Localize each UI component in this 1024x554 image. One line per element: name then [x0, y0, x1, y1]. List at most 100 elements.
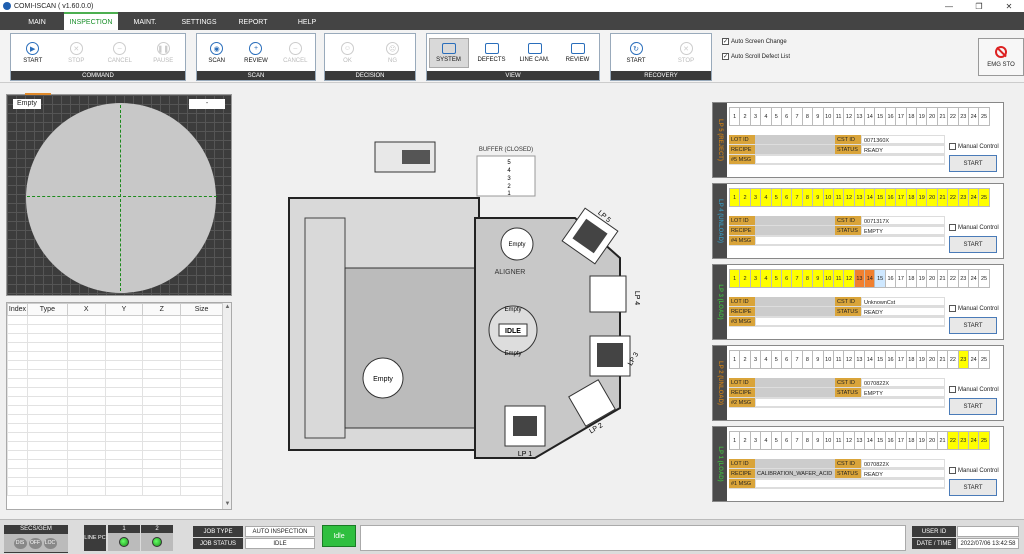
robot-lower-arm: Empty [504, 351, 521, 357]
menu-inspection[interactable]: INSPECTION [64, 12, 118, 30]
ok-button[interactable]: ☺ OK [328, 42, 368, 64]
system-view-button[interactable]: SYSTEM [428, 38, 469, 68]
wafer-slot[interactable]: 25 [978, 350, 990, 369]
zoom-out-icon: – [288, 42, 302, 55]
loadport-start-button[interactable]: START [949, 398, 997, 415]
review-view-button[interactable]: REVIEW [558, 43, 598, 63]
status-bar: SECS/GEM DIS OFF LOC LINE PC 1 2 JOB TYP… [0, 519, 1024, 554]
table-row[interactable] [7, 396, 223, 406]
auto-screen-change-checkbox[interactable]: ✓ Auto Screen Change [722, 38, 787, 45]
table-row[interactable] [7, 414, 223, 424]
review-icon [570, 43, 585, 54]
manual-control-checkbox[interactable]: Manual Control [949, 386, 999, 393]
defect-table: Index Type X Y Z Size ▲ ▼ [6, 302, 232, 510]
loadport-start-button[interactable]: START [949, 479, 997, 496]
col-type[interactable]: Type [26, 303, 68, 316]
menu-maint[interactable]: MAINT. [118, 14, 172, 30]
col-size[interactable]: Size [180, 303, 223, 316]
auto-scroll-defect-checkbox[interactable]: ✓ Auto Scroll Defect List [722, 53, 790, 60]
table-row[interactable] [7, 324, 223, 334]
view-group-label: VIEW [427, 71, 599, 80]
recovery-start-button[interactable]: ↻ START [616, 42, 656, 64]
line-pc-1: 1 [108, 525, 140, 551]
wafer-slot[interactable]: 25 [978, 188, 990, 207]
secs-dis-button[interactable]: DIS [13, 537, 27, 549]
defects-view-button[interactable]: DEFECTS [472, 43, 512, 63]
recovery-stop-button[interactable]: ✕ STOP [666, 42, 706, 64]
slot-strip: 1 2 3 4 5 6 7 8 9 10 11 12 13 14 15 16 17 18 19 20 21 22 23 24 2… [729, 431, 990, 450]
loadport-info: LOT ID CST ID UnknownCst RECIPE STATUS READY… [729, 297, 945, 327]
svg-text:LP 4: LP 4 [633, 291, 640, 305]
emergency-stop-button[interactable]: EMG STO [978, 38, 1024, 76]
ng-button[interactable]: ☹ NG [373, 42, 413, 64]
loadport-info: LOT ID CST ID 0070822X RECIPE STATUS EMPTY #… [729, 378, 945, 408]
cst-id-value: 0070822X [861, 378, 945, 387]
menu-main[interactable]: MAIN [10, 14, 64, 30]
menu-report[interactable]: REPORT [226, 14, 280, 30]
loadport-start-button[interactable]: START [949, 236, 997, 253]
secs-loc-button[interactable]: LOC [43, 537, 57, 549]
zoom-in-icon: + [249, 42, 263, 55]
table-row[interactable] [7, 360, 223, 370]
table-row[interactable] [7, 315, 223, 325]
table-row[interactable] [7, 423, 223, 433]
line-cam-view-button[interactable]: LINE CAM. [515, 43, 555, 63]
start-button[interactable]: ▶ START [13, 42, 53, 64]
table-row[interactable] [7, 342, 223, 352]
frown-icon: ☹ [386, 42, 399, 55]
col-z[interactable]: Z [142, 303, 182, 316]
table-row[interactable] [7, 378, 223, 388]
table-row[interactable] [7, 387, 223, 397]
wafer-slot[interactable]: 25 [978, 107, 990, 126]
table-row[interactable] [7, 351, 223, 361]
slot-strip: 1 2 3 4 5 6 7 8 9 10 11 12 13 14 15 16 17 18 19 20 21 22 23 24 2… [729, 350, 990, 369]
table-row[interactable] [7, 468, 223, 478]
buffer-title: BUFFER (CLOSED) [479, 147, 533, 153]
scroll-up-icon[interactable]: ▲ [224, 304, 231, 311]
maximize-icon[interactable]: ❐ [964, 0, 994, 12]
table-row[interactable] [7, 369, 223, 379]
col-index[interactable]: Index [7, 303, 28, 316]
minimize-icon[interactable]: — [934, 0, 964, 12]
loadport-side-label: LP 2 (UNLOAD) [713, 346, 727, 420]
recovery-group: ↻ START ✕ STOP RECOVERY [610, 33, 712, 81]
menu-help[interactable]: HELP [280, 14, 334, 30]
scroll-down-icon[interactable]: ▼ [224, 501, 231, 508]
menu-settings[interactable]: SETTINGS [172, 14, 226, 30]
defect-table-scrollbar[interactable]: ▲ ▼ [222, 303, 231, 509]
table-row[interactable] [7, 441, 223, 451]
loadport-panel: LP 1 (LOAD) 1 2 3 4 5 6 7 8 9 10 11 12 13 14 15 16 17 18 1… [712, 426, 1004, 502]
table-row[interactable] [7, 333, 223, 343]
table-row[interactable] [7, 459, 223, 469]
table-row[interactable] [7, 477, 223, 487]
manual-control-checkbox[interactable]: Manual Control [949, 224, 999, 231]
scan-button[interactable]: ◉ SCAN [197, 42, 236, 64]
cancel-scan-button[interactable]: – CANCEL [276, 42, 315, 64]
loadport-start-button[interactable]: START [949, 155, 997, 172]
wafer-slot[interactable]: 25 [978, 431, 990, 450]
wafer-map-left-label: Empty [13, 99, 41, 109]
manual-control-checkbox[interactable]: Manual Control [949, 467, 999, 474]
col-x[interactable]: X [66, 303, 106, 316]
cancel-button[interactable]: – CANCEL [100, 42, 140, 64]
secs-off-button[interactable]: OFF [28, 537, 42, 549]
manual-control-checkbox[interactable]: Manual Control [949, 143, 999, 150]
loadport-start-button[interactable]: START [949, 317, 997, 334]
table-row[interactable] [7, 486, 223, 496]
slot-strip: 1 2 3 4 5 6 7 8 9 10 11 12 13 14 15 16 17 18 19 20 21 22 23 24 2… [729, 269, 990, 288]
cst-id-value: 0071317X [861, 216, 945, 225]
close-icon[interactable]: ✕ [994, 0, 1024, 12]
stop-button[interactable]: ✕ STOP [56, 42, 96, 64]
table-row[interactable] [7, 450, 223, 460]
wafer-slot[interactable]: 25 [978, 269, 990, 288]
col-y[interactable]: Y [104, 303, 144, 316]
manual-control-checkbox[interactable]: Manual Control [949, 305, 999, 312]
review-scan-button[interactable]: + REVIEW [236, 42, 275, 64]
status-led-icon [152, 537, 162, 547]
wafer-circle [26, 103, 216, 293]
loadport-panel: LP 3 (LOAD) 1 2 3 4 5 6 7 8 9 10 11 12 13 14 15 16 17 18 1… [712, 264, 1004, 340]
table-row[interactable] [7, 405, 223, 415]
table-row[interactable] [7, 432, 223, 442]
pause-button[interactable]: ❚❚ PAUSE [143, 42, 183, 64]
chuck-label: Empty [373, 376, 393, 383]
